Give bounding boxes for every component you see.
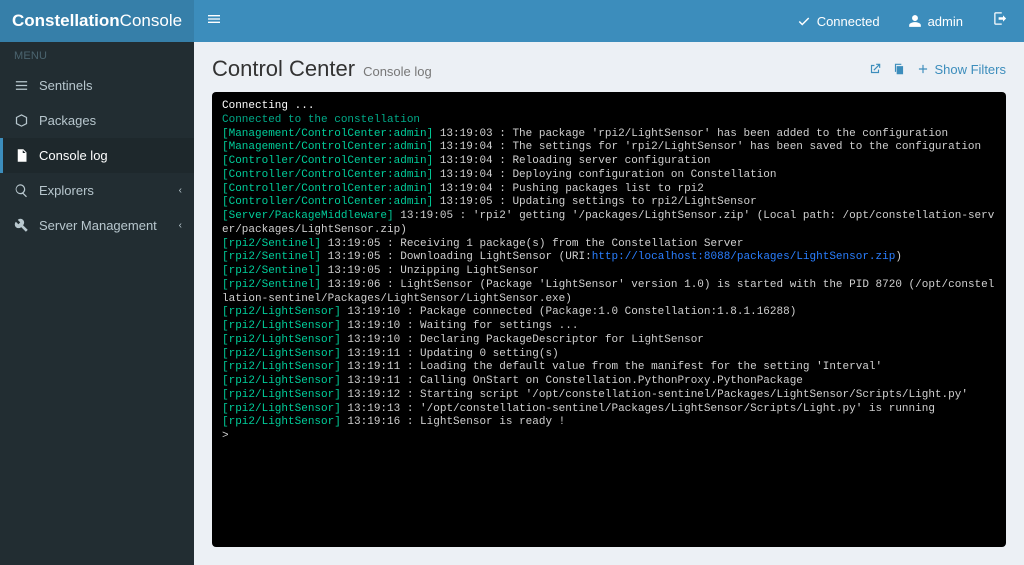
topbar: ConstellationConsole Connected admin <box>0 0 1024 42</box>
brand-bold: Constellation <box>12 11 120 30</box>
log-line: [rpi2/LightSensor] 13:19:11 : Loading th… <box>222 361 996 375</box>
plus-icon <box>916 62 930 76</box>
logout-button[interactable] <box>977 11 1024 31</box>
menu-header: MENU <box>0 42 194 68</box>
copy-icon <box>892 62 906 76</box>
logout-icon <box>993 11 1008 26</box>
file-icon <box>14 148 29 163</box>
chevron-left-icon: ‹ <box>179 220 182 231</box>
download-link[interactable]: http://localhost:8088/packages/LightSens… <box>592 251 896 263</box>
sidebar-item-sentinels[interactable]: Sentinels <box>0 68 194 103</box>
log-line: [rpi2/LightSensor] 13:19:16 : LightSenso… <box>222 416 996 430</box>
content-area: Control Center Console log Show Filters … <box>194 42 1024 565</box>
brand-logo[interactable]: ConstellationConsole <box>0 0 194 42</box>
log-line: [rpi2/Sentinel] 13:19:05 : Receiving 1 p… <box>222 238 996 252</box>
log-line: [Management/ControlCenter:admin] 13:19:0… <box>222 128 996 142</box>
sidebar-item-label: Console log <box>39 148 108 163</box>
chevron-left-icon: ‹ <box>179 185 182 196</box>
log-line: [rpi2/LightSensor] 13:19:11 : Updating 0… <box>222 348 996 362</box>
log-line: [rpi2/LightSensor] 13:19:10 : Declaring … <box>222 334 996 348</box>
console-output: Connecting ...Connected to the constella… <box>212 92 1006 547</box>
sidebar-item-label: Packages <box>39 113 96 128</box>
content-header: Control Center Console log Show Filters <box>212 56 1006 82</box>
external-link-icon <box>868 62 882 76</box>
external-link-button[interactable] <box>868 62 882 76</box>
log-line: [rpi2/Sentinel] 13:19:05 : Unzipping Lig… <box>222 265 996 279</box>
log-line: [Controller/ControlCenter:admin] 13:19:0… <box>222 183 996 197</box>
log-line: [rpi2/LightSensor] 13:19:11 : Calling On… <box>222 375 996 389</box>
log-line: Connecting ... <box>222 100 996 114</box>
log-line: Connected to the constellation <box>222 114 996 128</box>
log-line: [Controller/ControlCenter:admin] 13:19:0… <box>222 169 996 183</box>
status-text: Connected <box>817 14 880 29</box>
brand-light: Console <box>120 11 182 30</box>
user-menu[interactable]: admin <box>894 14 977 29</box>
list-icon <box>14 78 29 93</box>
page-subtitle: Console log <box>363 64 432 79</box>
sidebar-item-label: Explorers <box>39 183 94 198</box>
log-line: [Controller/ControlCenter:admin] 13:19:0… <box>222 196 996 210</box>
log-line: [rpi2/LightSensor] 13:19:10 : Package co… <box>222 306 996 320</box>
check-icon <box>797 14 811 28</box>
log-line: [Server/PackageMiddleware] 13:19:05 : 'r… <box>222 210 996 238</box>
username: admin <box>928 14 963 29</box>
log-line: [rpi2/LightSensor] 13:19:10 : Waiting fo… <box>222 320 996 334</box>
copy-button[interactable] <box>892 62 906 76</box>
connection-status: Connected <box>783 14 894 29</box>
wrench-icon <box>14 218 29 233</box>
hamburger-button[interactable] <box>194 11 234 32</box>
page-title: Control Center <box>212 56 355 82</box>
sidebar-item-explorers[interactable]: Explorers ‹ <box>0 173 194 208</box>
toolbar: Show Filters <box>868 62 1006 77</box>
log-line: [Management/ControlCenter:admin] 13:19:0… <box>222 141 996 155</box>
log-line: > <box>222 430 996 444</box>
log-line: [rpi2/Sentinel] 13:19:06 : LightSensor (… <box>222 279 996 307</box>
sidebar-item-label: Server Management <box>39 218 157 233</box>
packages-icon <box>14 113 29 128</box>
hamburger-icon <box>206 11 222 27</box>
sidebar-item-label: Sentinels <box>39 78 92 93</box>
search-icon <box>14 183 29 198</box>
log-line: [Controller/ControlCenter:admin] 13:19:0… <box>222 155 996 169</box>
sidebar-item-server-management[interactable]: Server Management ‹ <box>0 208 194 243</box>
show-filters-label: Show Filters <box>934 62 1006 77</box>
log-line: [rpi2/LightSensor] 13:19:12 : Starting s… <box>222 389 996 403</box>
show-filters-button[interactable]: Show Filters <box>916 62 1006 77</box>
sidebar-item-packages[interactable]: Packages <box>0 103 194 138</box>
user-icon <box>908 14 922 28</box>
sidebar: MENU Sentinels Packages Console log Expl… <box>0 42 194 565</box>
log-line: [rpi2/LightSensor] 13:19:13 : '/opt/cons… <box>222 403 996 417</box>
sidebar-item-console-log[interactable]: Console log <box>0 138 194 173</box>
log-line: [rpi2/Sentinel] 13:19:05 : Downloading L… <box>222 251 996 265</box>
